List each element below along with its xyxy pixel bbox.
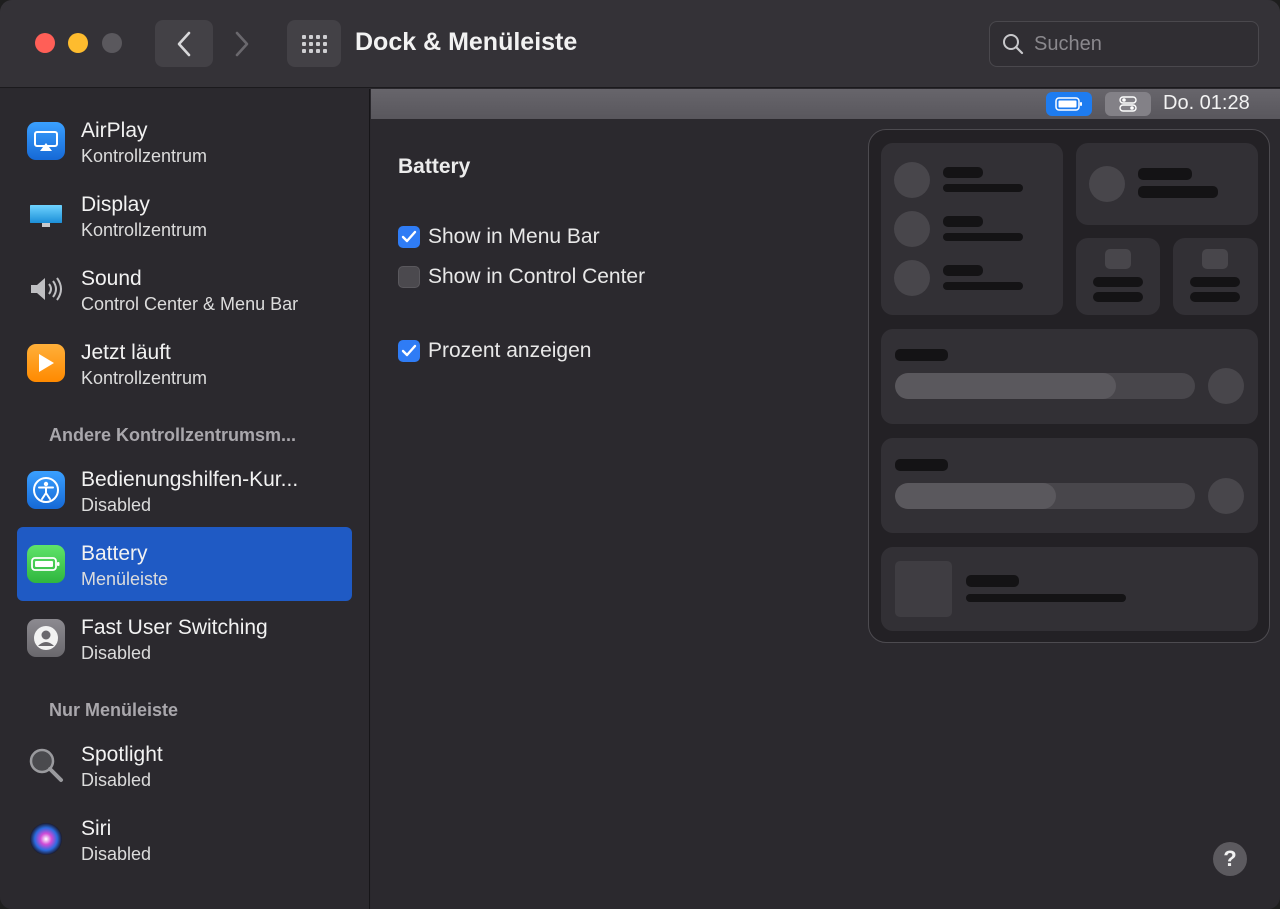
sidebar-item-label: Fast User Switching	[81, 616, 268, 639]
user-icon	[27, 619, 65, 657]
section-header-other-modules: Andere Kontrollzentrumsm...	[49, 425, 297, 445]
sidebar-item-siri[interactable]: Siri Disabled	[17, 802, 352, 876]
sidebar-item-label: Siri	[81, 817, 112, 840]
search-field[interactable]	[989, 21, 1259, 67]
sidebar-item-label: Display	[81, 193, 150, 216]
preview-small-tile-2	[1173, 238, 1258, 315]
spotlight-icon	[27, 746, 65, 784]
menubar-clock: Do. 01:28	[1163, 92, 1250, 114]
siri-icon	[27, 820, 65, 858]
show-in-control-center-checkbox[interactable]	[398, 266, 420, 288]
sidebar-item-label: Battery	[81, 542, 148, 565]
airplay-icon	[27, 122, 65, 160]
back-button[interactable]	[155, 20, 213, 67]
chevron-right-icon	[235, 31, 249, 56]
main-panel: Do. 01:28 Battery Show in Menu Bar Show …	[371, 89, 1280, 909]
close-window-button[interactable]	[35, 33, 55, 53]
display-icon	[27, 196, 65, 234]
section-header-menubar-only: Nur Menüleiste	[49, 700, 179, 720]
sidebar-item-accessibility[interactable]: Bedienungshilfen-Kur... Disabled	[17, 453, 352, 527]
sidebar-item-label: Spotlight	[81, 743, 163, 766]
toolbar: Dock & Menüleiste	[0, 0, 1280, 88]
sidebar-item-now-playing[interactable]: Jetzt läuft Kontrollzentrum	[17, 326, 352, 400]
preview-connectivity-tile	[881, 143, 1063, 315]
show-all-grid-button[interactable]	[287, 20, 341, 67]
accessibility-icon	[27, 471, 65, 509]
checkbox-label: Show in Control Center	[428, 265, 646, 288]
sidebar-item-sublabel: Kontrollzentrum	[81, 146, 208, 166]
sidebar-item-airplay[interactable]: AirPlay Kontrollzentrum	[17, 104, 352, 178]
minimize-window-button[interactable]	[68, 33, 88, 53]
sidebar-item-label: Bedienungshilfen-Kur...	[81, 468, 299, 491]
show-percentage-row[interactable]: Prozent anzeigen	[398, 339, 591, 363]
battery-icon	[1046, 92, 1092, 116]
sidebar-item-label: Jetzt läuft	[81, 341, 171, 364]
sidebar-item-label: AirPlay	[81, 119, 148, 142]
sidebar-item-sublabel: Disabled	[81, 495, 152, 515]
preview-focus-tile	[1076, 143, 1258, 225]
control-center-icon	[1105, 92, 1151, 116]
sidebar-item-sublabel: Menüleiste	[81, 569, 169, 589]
chevron-left-icon	[177, 31, 191, 56]
battery-icon	[27, 545, 65, 583]
sidebar-item-sublabel: Kontrollzentrum	[81, 368, 208, 388]
control-center-preview	[868, 129, 1270, 643]
sidebar-item-label: Sound	[81, 267, 142, 290]
sidebar-item-battery[interactable]: Battery Menüleiste	[17, 527, 352, 601]
forward-button[interactable]	[213, 20, 271, 67]
preview-small-tile-1	[1076, 238, 1160, 315]
sidebar: AirPlay Kontrollzentrum Display Kontroll…	[0, 89, 370, 909]
system-preferences-window: Dock & Menüleiste AirPlay Kontrollzentru…	[0, 0, 1280, 909]
help-button[interactable]: ?	[1213, 842, 1247, 876]
zoom-window-button[interactable]	[102, 33, 122, 53]
sidebar-item-sublabel: Control Center & Menu Bar	[81, 294, 299, 314]
section-title: Battery	[398, 155, 471, 178]
menubar-preview: Do. 01:28	[371, 89, 1280, 119]
checkbox-label: Show in Menu Bar	[428, 225, 600, 248]
sidebar-item-sublabel: Disabled	[81, 770, 152, 790]
sidebar-item-display[interactable]: Display Kontrollzentrum	[17, 178, 352, 252]
preview-slider-tile-1	[881, 329, 1258, 424]
sidebar-item-sublabel: Disabled	[81, 844, 152, 864]
search-icon	[1003, 34, 1024, 55]
sidebar-item-sublabel: Disabled	[81, 643, 152, 663]
speaker-icon	[27, 270, 65, 308]
sidebar-item-spotlight[interactable]: Spotlight Disabled	[17, 728, 352, 802]
window-title: Dock & Menüleiste	[355, 28, 578, 56]
show-in-control-center-row[interactable]: Show in Control Center	[398, 265, 645, 289]
checkbox-label: Prozent anzeigen	[428, 339, 592, 362]
show-percentage-checkbox[interactable]	[398, 340, 420, 362]
show-in-menu-bar-row[interactable]: Show in Menu Bar	[398, 225, 600, 249]
search-input[interactable]	[1034, 32, 1244, 56]
sidebar-item-sound[interactable]: Sound Control Center & Menu Bar	[17, 252, 352, 326]
sidebar-item-sublabel: Kontrollzentrum	[81, 220, 208, 240]
now-playing-icon	[27, 344, 65, 382]
show-in-menu-bar-checkbox[interactable]	[398, 226, 420, 248]
sidebar-item-fast-user-switching[interactable]: Fast User Switching Disabled	[17, 601, 352, 675]
preview-now-playing-tile	[881, 547, 1258, 631]
preview-slider-tile-2	[881, 438, 1258, 533]
